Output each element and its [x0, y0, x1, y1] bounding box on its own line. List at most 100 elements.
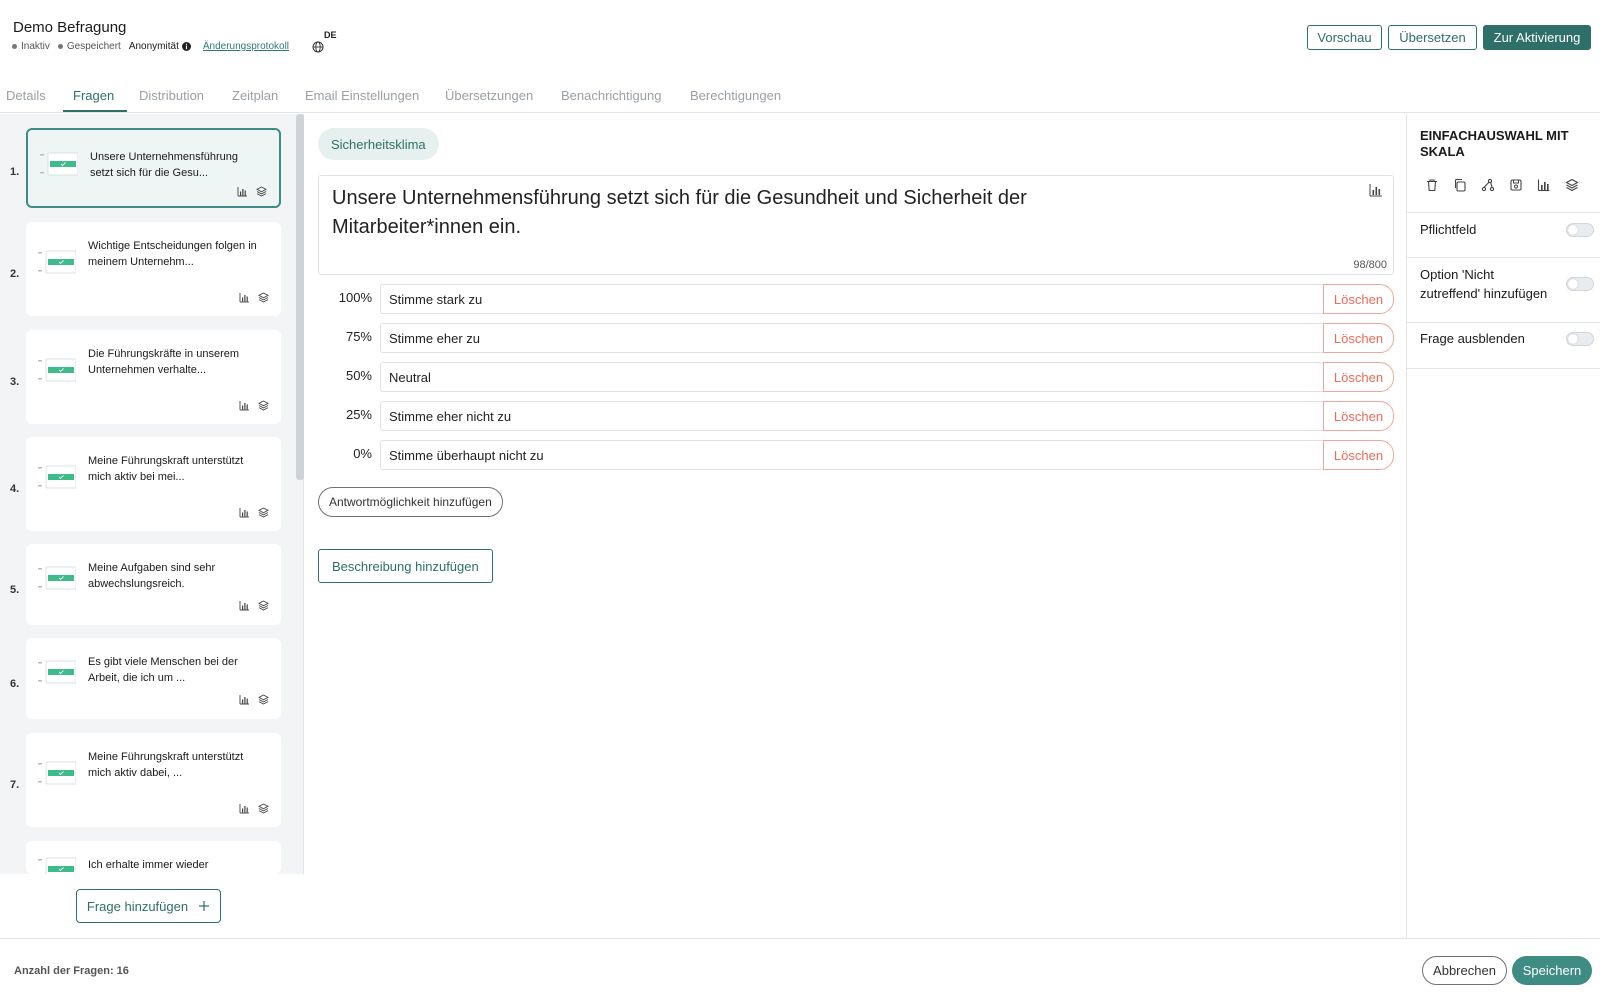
delete-option-button[interactable]: Löschen — [1323, 440, 1394, 470]
required-field-label: Pflichtfeld — [1420, 222, 1477, 237]
chart-icon[interactable] — [237, 186, 248, 197]
question-number: 3. — [10, 376, 20, 388]
question-card[interactable]: Ich erhalte immer wieder — [26, 841, 281, 874]
question-card[interactable]: Meine Führungskraft unterstützt mich akt… — [26, 437, 281, 531]
save-button[interactable]: Speichern — [1512, 956, 1592, 985]
translate-button[interactable]: Übersetzen — [1388, 25, 1477, 50]
question-preview-text: Meine Führungskraft unterstützt mich akt… — [88, 751, 244, 779]
question-preview-text: Unsere Unternehmensführung setzt sich fü… — [90, 151, 238, 179]
category-chip[interactable]: Sicherheitsklima — [318, 128, 439, 160]
tab-questions[interactable]: Fragen — [73, 88, 114, 103]
question-card[interactable]: Es gibt viele Menschen bei der Arbeit, d… — [26, 638, 281, 719]
chart-icon[interactable] — [1369, 183, 1383, 197]
option-scale-value: 50% — [345, 368, 372, 383]
question-card[interactable]: Meine Führungskraft unterstützt mich akt… — [26, 733, 281, 827]
question-preview-text: Es gibt viele Menschen bei der Arbeit, d… — [88, 656, 238, 684]
layers-icon[interactable] — [258, 694, 269, 705]
question-text-field[interactable]: Unsere Unternehmensführung setzt sich fü… — [318, 175, 1394, 275]
question-preview-text: Ich erhalte immer wieder — [88, 859, 209, 871]
branch-icon[interactable] — [1481, 178, 1495, 192]
tab-permissions[interactable]: Berechtigungen — [690, 88, 781, 103]
scale-question-thumbnail-icon — [38, 250, 76, 274]
tab-email-settings[interactable]: Email Einstellungen — [305, 88, 419, 103]
required-field-toggle[interactable] — [1566, 223, 1594, 237]
tab-schedule[interactable]: Zeitplan — [232, 88, 278, 103]
question-card-actions — [239, 600, 269, 611]
answer-option-row: 50% Neutral Löschen — [318, 362, 1394, 392]
question-card-actions — [239, 803, 269, 814]
question-card[interactable]: Unsere Unternehmensführung setzt sich fü… — [26, 128, 281, 208]
question-card-actions — [239, 507, 269, 518]
option-label-input[interactable]: Stimme eher nicht zu — [380, 401, 1324, 431]
question-preview-text: Die Führungskräfte in unserem Unternehme… — [88, 348, 240, 376]
changelog-link[interactable]: Änderungsprotokoll — [203, 41, 289, 52]
option-label-input[interactable]: Neutral — [380, 362, 1324, 392]
add-answer-option-button[interactable]: Antwortmöglichkeit hinzufügen — [318, 487, 503, 517]
question-preview-text: Meine Aufgaben sind sehr abwechslungsrei… — [88, 562, 216, 590]
anonymity-label: Anonymität — [129, 41, 191, 52]
globe-icon[interactable] — [312, 41, 324, 53]
scale-question-thumbnail-icon — [38, 358, 76, 382]
info-icon[interactable] — [181, 42, 191, 51]
copy-icon[interactable] — [1453, 178, 1467, 192]
option-label-input[interactable]: Stimme stark zu — [380, 284, 1324, 314]
tab-distribution[interactable]: Distribution — [139, 88, 204, 103]
question-card[interactable]: Die Führungskräfte in unserem Unternehme… — [26, 330, 281, 424]
chart-icon[interactable] — [239, 507, 250, 518]
layers-icon[interactable] — [258, 292, 269, 303]
cancel-button[interactable]: Abbrechen — [1422, 956, 1507, 985]
question-number: 6. — [10, 678, 20, 690]
status-dot-icon — [57, 44, 63, 49]
question-text[interactable]: Unsere Unternehmensführung setzt sich fü… — [332, 184, 1082, 242]
tab-notifications[interactable]: Benachrichtigung — [561, 88, 661, 103]
layers-icon[interactable] — [258, 803, 269, 814]
add-question-button[interactable]: Frage hinzufügen — [76, 889, 221, 923]
scale-question-thumbnail-icon — [38, 761, 76, 785]
delete-option-button[interactable]: Löschen — [1323, 401, 1394, 431]
status-inactive: Inaktiv — [12, 41, 50, 52]
scale-question-thumbnail-icon — [38, 660, 76, 684]
tab-translations[interactable]: Übersetzungen — [445, 88, 533, 103]
divider — [1407, 368, 1600, 369]
divider — [1407, 212, 1600, 213]
question-number: 7. — [10, 779, 20, 791]
preview-button[interactable]: Vorschau — [1307, 25, 1382, 50]
save-icon[interactable] — [1509, 178, 1523, 192]
layers-icon[interactable] — [258, 400, 269, 411]
divider — [1407, 257, 1600, 258]
not-applicable-toggle[interactable] — [1566, 277, 1594, 291]
chart-icon[interactable] — [239, 803, 250, 814]
not-applicable-label: Option 'Nicht zutreffend' hinzufügen — [1420, 267, 1548, 301]
question-card[interactable]: Meine Aufgaben sind sehr abwechslungsrei… — [26, 544, 281, 625]
chart-icon[interactable] — [239, 292, 250, 303]
header: Demo Befragung Inaktiv Gespeichert Anony… — [0, 0, 1600, 72]
option-label-input[interactable]: Stimme eher zu — [380, 323, 1324, 353]
footer-bar: Anzahl der Fragen: 16 Abbrechen Speicher… — [0, 938, 1600, 997]
option-label-input[interactable]: Stimme überhaupt nicht zu — [380, 440, 1324, 470]
trash-icon[interactable] — [1425, 178, 1439, 192]
survey-title: Demo Befragung — [13, 19, 127, 36]
add-description-button[interactable]: Beschreibung hinzufügen — [318, 549, 493, 583]
question-list-scrollbar[interactable] — [296, 114, 304, 480]
char-counter: 98/800 — [1353, 259, 1387, 271]
question-settings-panel: EINFACHAUSWAHL MIT SKALA Pflichtfeld Opt… — [1406, 114, 1600, 938]
delete-option-button[interactable]: Löschen — [1323, 323, 1394, 353]
question-card[interactable]: Wichtige Entscheidungen folgen in meinem… — [26, 222, 281, 316]
activate-button[interactable]: Zur Aktivierung — [1483, 25, 1591, 50]
delete-option-button[interactable]: Löschen — [1323, 284, 1394, 314]
plus-icon — [199, 901, 210, 911]
chart-icon[interactable] — [239, 600, 250, 611]
layers-icon[interactable] — [258, 507, 269, 518]
tab-details[interactable]: Details — [6, 88, 46, 103]
chart-icon[interactable] — [1537, 178, 1551, 192]
hide-question-toggle[interactable] — [1566, 332, 1594, 346]
question-card-actions — [239, 400, 269, 411]
layers-icon[interactable] — [256, 186, 267, 197]
hide-question-label: Frage ausblenden — [1420, 331, 1525, 346]
layers-icon[interactable] — [258, 600, 269, 611]
chart-icon[interactable] — [239, 694, 250, 705]
chart-icon[interactable] — [239, 400, 250, 411]
delete-option-button[interactable]: Löschen — [1323, 362, 1394, 392]
layers-icon[interactable] — [1565, 178, 1579, 192]
divider — [1407, 322, 1600, 323]
